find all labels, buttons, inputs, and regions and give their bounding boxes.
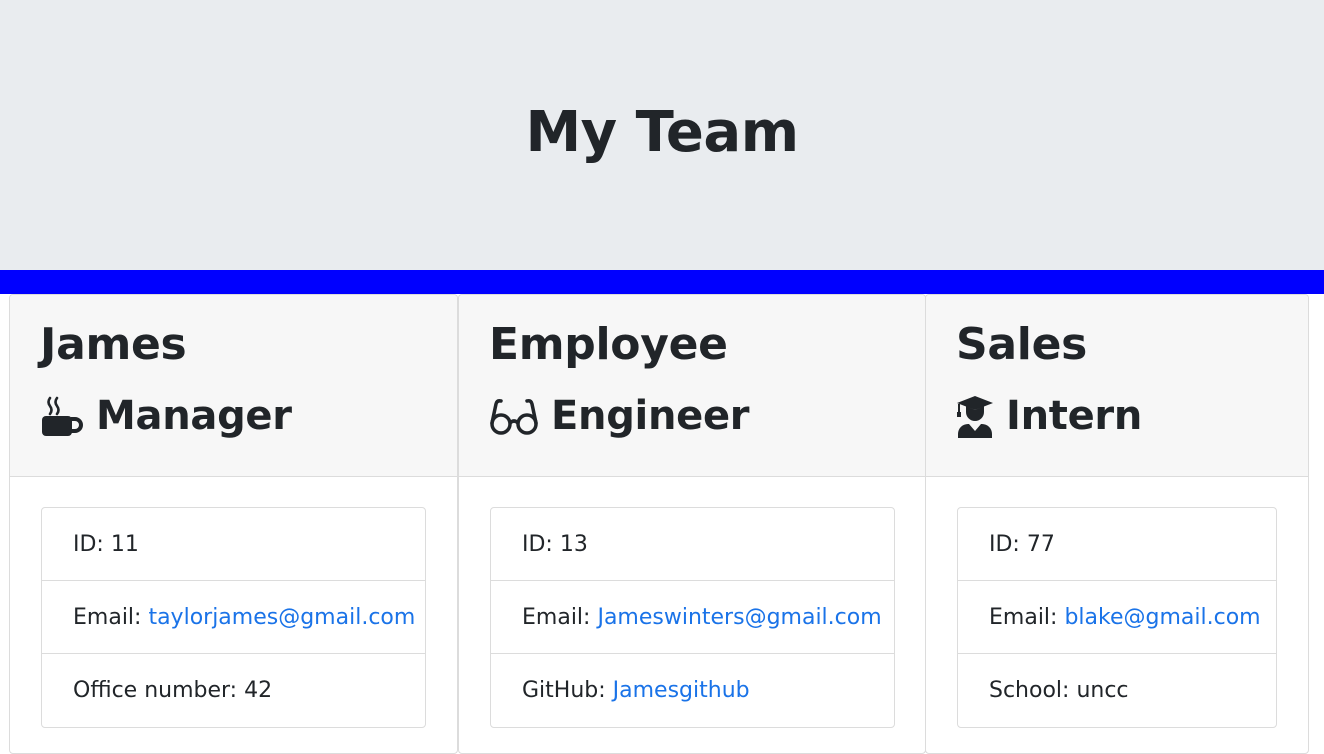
list-item-email: Email: Jameswinters@gmail.com: [491, 581, 894, 654]
banner-divider: [0, 270, 1324, 294]
email-link[interactable]: blake@gmail.com: [1064, 605, 1260, 630]
list-item-school: School: uncc: [958, 654, 1276, 727]
card-header: Sales Intern: [926, 295, 1308, 477]
email-label: Email:: [989, 604, 1058, 630]
github-label: GitHub:: [522, 678, 606, 703]
email-link[interactable]: taylorjames@gmail.com: [148, 605, 415, 630]
graduate-icon: [956, 394, 994, 438]
list-item-github: GitHub: Jamesgithub: [491, 654, 894, 727]
employee-name: Sales: [956, 319, 1087, 370]
id-value: 13: [559, 531, 588, 557]
email-label: Email:: [522, 604, 591, 630]
id-value: 77: [1026, 531, 1055, 557]
card-header: James Manager: [10, 295, 457, 477]
employee-name: James: [40, 319, 187, 370]
office-value: 42: [244, 678, 273, 703]
info-list: ID: 77 Email: blake@gmail.com School: un…: [957, 507, 1277, 728]
github-link[interactable]: Jamesgithub: [613, 678, 750, 703]
office-label: Office number:: [73, 678, 238, 703]
id-label: ID:: [989, 531, 1020, 557]
role-label: Engineer: [551, 393, 750, 439]
list-item-office: Office number: 42: [42, 654, 425, 727]
employee-card-intern: Sales Intern ID: 77 Email: blake@gmail.c…: [925, 294, 1309, 754]
page-title: My Team: [525, 99, 799, 165]
list-item-id: ID: 11: [42, 508, 425, 581]
employee-role: Manager: [40, 390, 292, 442]
id-label: ID:: [522, 531, 553, 557]
coffee-icon: [40, 394, 84, 438]
info-list: ID: 13 Email: Jameswinters@gmail.com Git…: [490, 507, 895, 728]
glasses-icon: [489, 394, 539, 438]
list-item-email: Email: blake@gmail.com: [958, 581, 1276, 654]
employee-card-engineer: Employee Engineer ID: 13 Email: Jameswin…: [458, 294, 926, 754]
info-list: ID: 11 Email: taylorjames@gmail.com Offi…: [41, 507, 426, 728]
email-label: Email:: [73, 604, 142, 630]
school-label: School:: [989, 678, 1070, 703]
email-link[interactable]: Jameswinters@gmail.com: [597, 605, 881, 630]
list-item-email: Email: taylorjames@gmail.com: [42, 581, 425, 654]
school-value: uncc: [1076, 678, 1129, 703]
role-label: Intern: [1006, 393, 1143, 439]
role-label: Manager: [96, 393, 292, 439]
employee-role: Engineer: [489, 390, 750, 442]
employee-card-manager: James Manager ID: 11 Email: taylorjames@…: [9, 294, 458, 754]
card-header: Employee Engineer: [459, 295, 925, 477]
employee-name: Employee: [489, 319, 728, 370]
id-label: ID:: [73, 531, 104, 557]
page-header: My Team: [0, 0, 1324, 270]
id-value: 11: [110, 531, 139, 557]
list-item-id: ID: 13: [491, 508, 894, 581]
employee-role: Intern: [956, 390, 1142, 442]
list-item-id: ID: 77: [958, 508, 1276, 581]
